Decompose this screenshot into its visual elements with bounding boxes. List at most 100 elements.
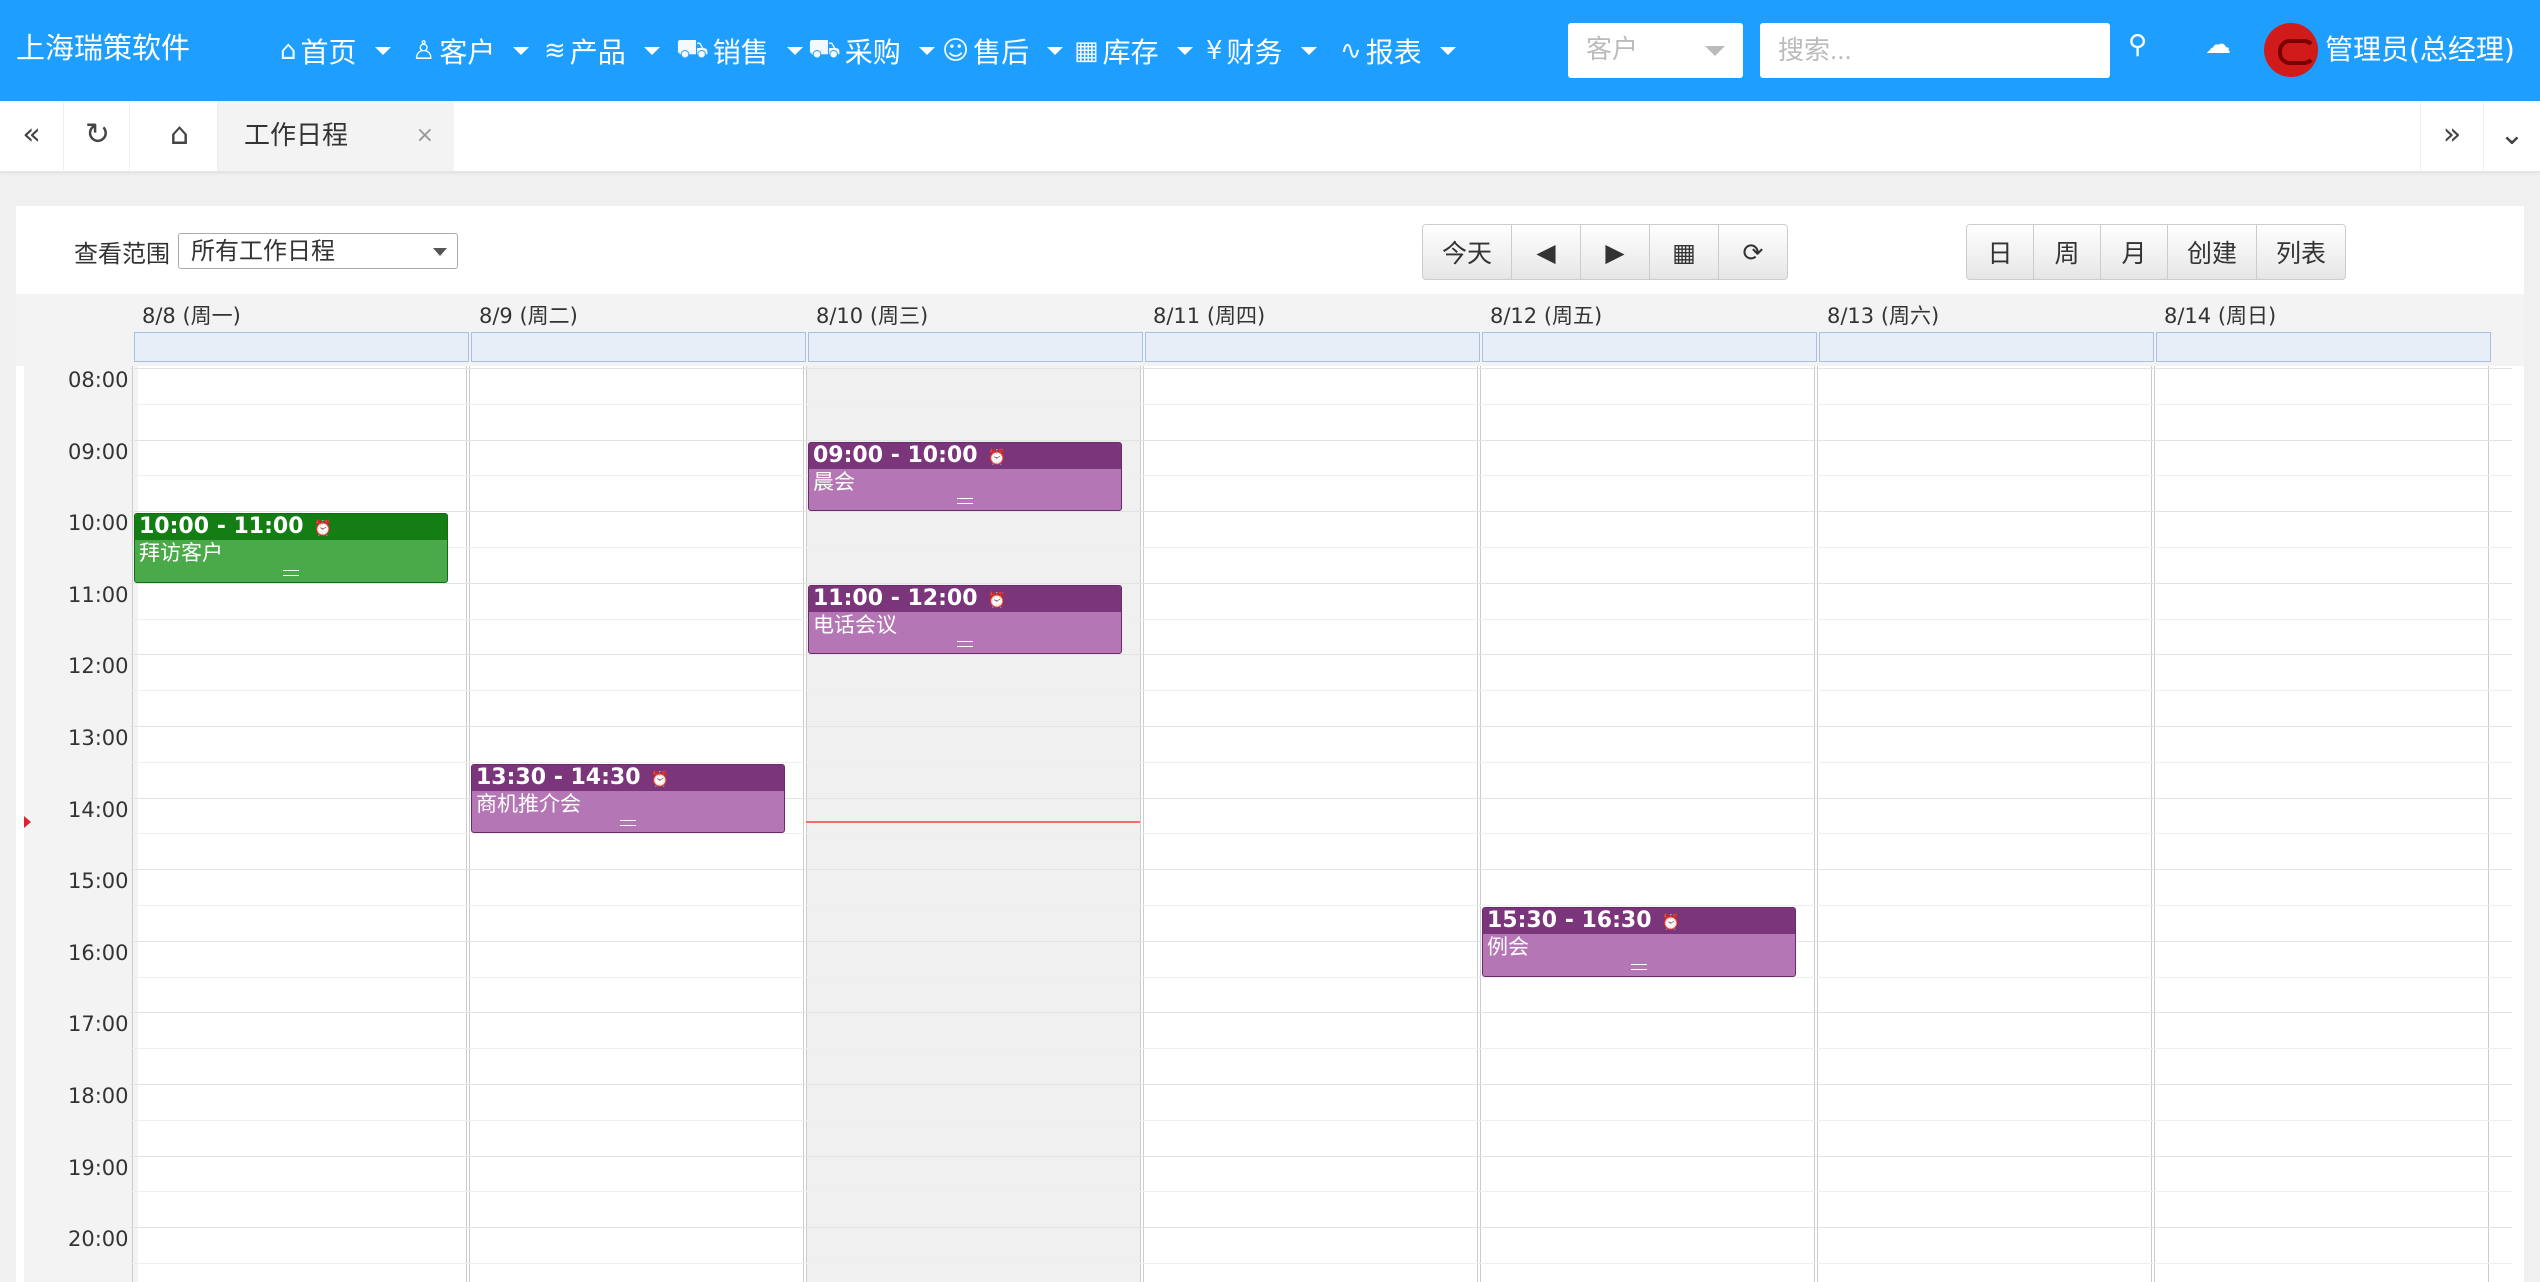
refresh-button[interactable]: ⟳ [1718, 224, 1788, 280]
nav-reports[interactable]: ∿ 报表 [1340, 0, 1456, 101]
all-day-slot[interactable] [471, 332, 806, 362]
search-input[interactable] [1760, 23, 2110, 78]
day-header[interactable]: 8/9 (周二) [479, 300, 578, 330]
hour-gridline [130, 1012, 2512, 1014]
nav-label: 产品 [569, 35, 626, 69]
day-header[interactable]: 8/11 (周四) [1153, 300, 1265, 330]
event-time-text: 15:30 - 16:30 [1487, 908, 1652, 933]
calendar-panel: 查看范围 所有工作日程 今天 ◀ ▶ ▦ ⟳ 日 周 月 创建 列表 8/8 (… [16, 206, 2524, 1282]
time-label: 08:00 [68, 368, 129, 392]
calendar-event[interactable]: 09:00 - 10:00 ⏰ 晨会 [808, 441, 1122, 512]
scope-select[interactable]: 所有工作日程 [178, 233, 458, 269]
chevron-down-icon [433, 248, 447, 256]
all-day-slot[interactable] [808, 332, 1143, 362]
day-header[interactable]: 8/14 (周日) [2164, 300, 2276, 330]
calendar-event[interactable]: 15:30 - 16:30 ⏰ 例会 [1482, 907, 1796, 977]
search-icon[interactable]: ⚲ [2128, 30, 2147, 60]
nav-purchase[interactable]: ⛟ 采购 [808, 0, 935, 101]
all-day-slot[interactable] [1145, 332, 1480, 362]
resize-handle[interactable] [1631, 963, 1647, 970]
chevron-down-icon [513, 46, 530, 55]
resize-handle[interactable] [620, 820, 636, 827]
day-header[interactable]: 8/8 (周一) [142, 300, 241, 330]
day-column[interactable] [2154, 366, 2489, 1282]
view-month-button[interactable]: 月 [2100, 224, 2168, 280]
all-day-slot[interactable] [134, 332, 469, 362]
search-type-select[interactable]: 客户 [1568, 23, 1743, 78]
scroll-tabs-left-icon[interactable]: « [0, 101, 64, 171]
time-label: 20:00 [68, 1227, 129, 1252]
avatar[interactable] [2264, 23, 2318, 77]
view-week-button[interactable]: 周 [2033, 224, 2101, 280]
half-hour-gridline [130, 690, 2512, 692]
view-day-button[interactable]: 日 [1966, 224, 2034, 280]
scroll-tabs-right-icon[interactable]: » [2420, 101, 2484, 171]
theme-palette-icon[interactable]: ☁ [2205, 30, 2231, 60]
resize-handle[interactable] [957, 641, 973, 648]
refresh-icon[interactable]: ↻ [66, 101, 130, 171]
hour-gridline [130, 869, 2512, 871]
nav-customer[interactable]: ♙ 客户 [412, 0, 530, 101]
day-column[interactable] [1480, 366, 1815, 1282]
alarm-clock-icon: ⏰ [313, 519, 333, 538]
calendar-event[interactable]: 10:00 - 11:00 ⏰ 拜访客户 [134, 513, 448, 583]
list-view-button[interactable]: 列表 [2256, 224, 2346, 280]
brand-logo-text[interactable]: 上海瑞策软件 [16, 0, 190, 101]
tab-work-schedule[interactable]: 工作日程 × [218, 101, 454, 171]
tab-bar: « ↻ ⌂ 工作日程 × » ⌄ [0, 101, 2540, 172]
day-header[interactable]: 8/10 (周三) [816, 300, 928, 330]
resize-handle[interactable] [957, 498, 973, 505]
close-icon[interactable]: × [416, 101, 434, 171]
user-icon: ♙ [412, 35, 436, 66]
event-time: 10:00 - 11:00 ⏰ [135, 514, 447, 541]
event-time: 09:00 - 10:00 ⏰ [809, 442, 1121, 469]
chevron-down-icon[interactable]: ⌄ [2484, 101, 2540, 171]
nav-label: 库存 [1102, 35, 1159, 69]
nav-inventory[interactable]: ▦ 库存 [1074, 0, 1193, 101]
date-picker-button[interactable]: ▦ [1649, 224, 1719, 280]
hour-gridline [130, 582, 2512, 584]
time-label: 14:00 [68, 797, 129, 822]
half-hour-gridline [130, 1119, 2512, 1121]
next-button[interactable]: ▶ [1580, 224, 1650, 280]
nav-label: 采购 [844, 35, 901, 69]
cart-icon: ⛟ [808, 33, 841, 64]
create-button[interactable]: 创建 [2167, 224, 2257, 280]
chevron-down-icon [1439, 46, 1456, 55]
user-name[interactable]: 管理员(总经理) [2325, 0, 2515, 101]
nav-after-sales[interactable]: ☺ 售后 [942, 0, 1064, 101]
hour-gridline [130, 726, 2512, 727]
nav-sales[interactable]: ⛟ 销售 [676, 0, 803, 101]
all-day-slot[interactable] [2156, 332, 2491, 362]
calendar-event[interactable]: 11:00 - 12:00 ⏰ 电话会议 [808, 584, 1122, 655]
day-column[interactable] [1143, 366, 1478, 1282]
chevron-down-icon [374, 46, 391, 55]
event-title: 商机推介会 [476, 791, 581, 816]
all-day-slot[interactable] [1819, 332, 2154, 362]
nav-home[interactable]: ⌂ 首页 [280, 0, 391, 101]
home-tab-icon[interactable]: ⌂ [142, 101, 218, 171]
nav-product[interactable]: ≋ 产品 [544, 0, 660, 101]
day-column[interactable] [1817, 366, 2152, 1282]
nav-label: 报表 [1365, 35, 1422, 69]
refresh-icon: ⟳ [1742, 237, 1764, 267]
day-header[interactable]: 8/13 (周六) [1827, 300, 1939, 330]
time-label: 17:00 [68, 1012, 129, 1037]
calendar-event[interactable]: 13:30 - 14:30 ⏰ 商机推介会 [471, 763, 785, 834]
search-type-value: 客户 [1586, 35, 1639, 65]
day-column[interactable] [132, 366, 467, 1282]
nav-finance[interactable]: ¥ 财务 [1206, 0, 1317, 101]
resize-handle[interactable] [283, 569, 299, 576]
today-button[interactable]: 今天 [1422, 224, 1512, 280]
alarm-clock-icon: ⏰ [650, 769, 670, 788]
half-hour-gridline [130, 1191, 2512, 1193]
half-hour-gridline [130, 976, 2512, 978]
all-day-slot[interactable] [1482, 332, 1817, 362]
time-gutter [24, 366, 138, 1282]
half-hour-gridline [130, 761, 2512, 763]
alarm-clock-icon: ⏰ [1661, 913, 1681, 931]
hour-gridline [130, 1155, 2512, 1157]
prev-button[interactable]: ◀ [1511, 224, 1581, 280]
time-label: 11:00 [68, 582, 129, 607]
day-header[interactable]: 8/12 (周五) [1490, 300, 1602, 330]
